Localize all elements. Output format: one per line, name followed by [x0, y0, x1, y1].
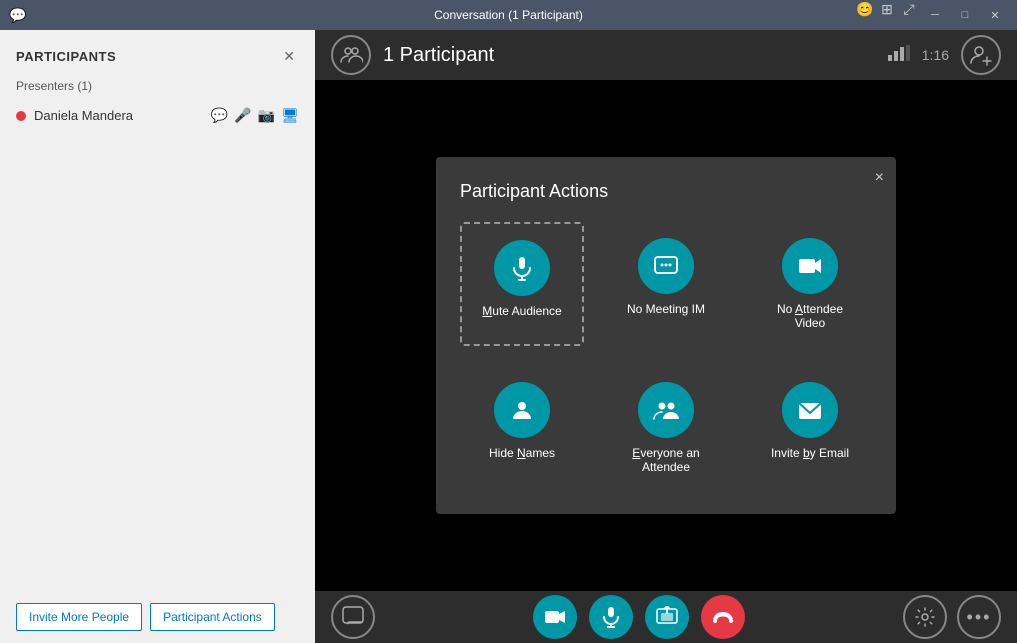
left-panel-bottom: Invite More People Participant Actions: [0, 591, 315, 643]
top-bar-right: 1:16: [888, 35, 1001, 75]
close-button[interactable]: ✕: [981, 1, 1009, 29]
share-button[interactable]: [645, 595, 689, 639]
main-layout: PARTICIPANTS ✕ Presenters (1) Daniela Ma…: [0, 30, 1017, 643]
close-panel-button[interactable]: ✕: [279, 46, 299, 67]
toolbar-center: [533, 595, 745, 639]
participant-item: Daniela Mandera 💬 🎤 📷 🖥: [0, 101, 315, 130]
bottom-toolbar: •••: [315, 591, 1017, 643]
modal-close-button[interactable]: ×: [875, 169, 884, 187]
hide-names-label: Hide Names: [489, 446, 555, 460]
mic-button[interactable]: [589, 595, 633, 639]
everyone-attendee-icon: [638, 382, 694, 438]
titlebar-controls: 😊 ⊞ ⤢ ─ □ ✕: [855, 1, 1009, 29]
everyone-attendee-label: Everyone an Attendee: [620, 446, 712, 474]
left-panel: PARTICIPANTS ✕ Presenters (1) Daniela Ma…: [0, 30, 315, 643]
no-attendee-video-action[interactable]: No Attendee Video: [748, 222, 872, 346]
invite-by-email-action[interactable]: Invite by Email: [748, 366, 872, 490]
chat-icon: 💬: [8, 7, 28, 24]
maximize-button[interactable]: □: [951, 1, 979, 29]
mic-participant-icon[interactable]: 🎤: [234, 107, 251, 124]
titlebar: 💬 Conversation (1 Participant) 😊 ⊞ ⤢ ─ □…: [0, 0, 1017, 30]
modal-title: Participant Actions: [460, 181, 872, 202]
no-meeting-im-action[interactable]: No Meeting IM: [604, 222, 728, 346]
screen-participant-icon[interactable]: 🖥: [281, 107, 299, 124]
time-display: 1:16: [922, 47, 949, 63]
grid-icon[interactable]: ⊞: [877, 1, 897, 29]
participant-icons: 💬 🎤 📷 🖥: [211, 107, 299, 124]
chat-participant-icon[interactable]: 💬: [211, 107, 228, 124]
invite-more-button[interactable]: Invite More People: [16, 603, 142, 631]
signal-icon: [888, 45, 910, 66]
modal-overlay: × Participant Actions: [315, 80, 1017, 591]
video-area: × Participant Actions: [315, 80, 1017, 591]
video-button[interactable]: [533, 595, 577, 639]
emoji-icon[interactable]: 😊: [855, 1, 875, 29]
toolbar-left: [331, 595, 375, 639]
participant-actions-modal: × Participant Actions: [436, 157, 896, 514]
no-meeting-im-icon: [638, 238, 694, 294]
video-participant-icon[interactable]: 📷: [258, 107, 275, 124]
everyone-attendee-action[interactable]: Everyone an Attendee: [604, 366, 728, 490]
settings-button[interactable]: [903, 595, 947, 639]
participants-circle-icon: [331, 35, 371, 75]
add-participants-button[interactable]: [961, 35, 1001, 75]
invite-by-email-icon: [782, 382, 838, 438]
participants-count: 1 Participant: [383, 44, 494, 67]
more-options-button[interactable]: •••: [957, 595, 1001, 639]
right-area: 1 Participant 1:16: [315, 30, 1017, 643]
end-call-button[interactable]: [701, 595, 745, 639]
hide-names-action[interactable]: Hide Names: [460, 366, 584, 490]
modal-actions-grid: Mute Audience No Me: [460, 222, 872, 490]
invite-by-email-label: Invite by Email: [771, 446, 849, 460]
no-meeting-im-label: No Meeting IM: [627, 302, 705, 316]
participant-status-dot: [16, 111, 26, 121]
titlebar-title: Conversation (1 Participant): [434, 8, 583, 22]
participants-title: PARTICIPANTS: [16, 49, 116, 64]
mute-audience-icon: [494, 240, 550, 296]
mute-audience-action[interactable]: Mute Audience: [460, 222, 584, 346]
hide-names-icon: [494, 382, 550, 438]
presenters-label: Presenters (1): [0, 75, 315, 101]
titlebar-left-icons: 💬: [8, 7, 28, 24]
chat-toolbar-button[interactable]: [331, 595, 375, 639]
participants-header: PARTICIPANTS ✕: [0, 30, 315, 75]
no-attendee-video-icon: [782, 238, 838, 294]
participant-actions-button[interactable]: Participant Actions: [150, 603, 275, 631]
participant-name: Daniela Mandera: [34, 108, 203, 123]
toolbar-right: •••: [903, 595, 1001, 639]
mute-audience-label: Mute Audience: [482, 304, 561, 318]
no-attendee-video-label: No Attendee Video: [764, 302, 856, 330]
top-bar-left: 1 Participant: [331, 35, 494, 75]
top-bar: 1 Participant 1:16: [315, 30, 1017, 80]
minimize-button[interactable]: ─: [921, 1, 949, 29]
expand-icon[interactable]: ⤢: [899, 1, 919, 29]
